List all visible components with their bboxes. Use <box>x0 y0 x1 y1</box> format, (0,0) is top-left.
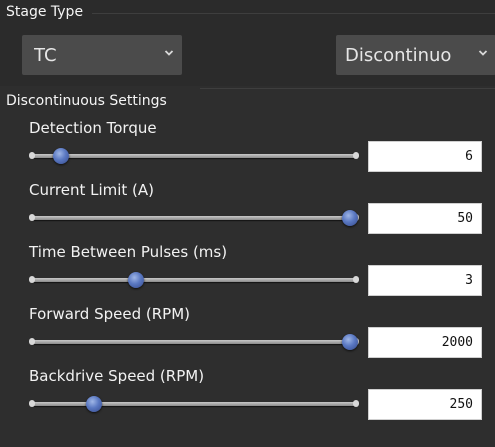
slider-endcap <box>353 400 359 407</box>
setting-label: Detection Torque <box>29 119 157 137</box>
setting-slider[interactable] <box>29 270 359 290</box>
slider-endcap <box>29 214 35 221</box>
setting-value-input[interactable]: 50 <box>368 203 482 234</box>
slider-endcap <box>29 400 35 407</box>
setting-label: Backdrive Speed (RPM) <box>29 367 205 385</box>
stage-type-select-value: TC <box>34 44 57 66</box>
slider-track[interactable] <box>32 278 356 282</box>
setting-label: Forward Speed (RPM) <box>29 305 190 323</box>
slider-track[interactable] <box>32 216 356 220</box>
slider-track[interactable] <box>32 402 356 406</box>
setting-slider[interactable] <box>29 394 359 414</box>
slider-endcap <box>29 338 35 345</box>
setting-value-input[interactable]: 250 <box>368 389 482 420</box>
divider <box>92 13 495 14</box>
stage-mode-select-value: Discontinuo <box>345 44 452 66</box>
setting-label: Current Limit (A) <box>29 181 155 199</box>
setting-value-input[interactable]: 6 <box>368 141 482 172</box>
setting-label: Time Between Pulses (ms) <box>29 243 228 261</box>
discontinuous-settings-title: Discontinuous Settings <box>6 93 167 109</box>
divider <box>200 88 495 89</box>
slider-endcap <box>353 276 359 283</box>
slider-endcap <box>29 152 35 159</box>
chevron-down-icon <box>478 50 488 56</box>
setting-slider[interactable] <box>29 208 359 228</box>
setting-slider[interactable] <box>29 332 359 352</box>
setting-value-input[interactable]: 2000 <box>368 327 482 358</box>
slider-endcap <box>29 276 35 283</box>
slider-thumb[interactable] <box>341 210 358 226</box>
stage-type-panel: Stage Type TC Discontinuo <box>0 0 495 87</box>
chevron-down-icon <box>164 50 174 56</box>
slider-track[interactable] <box>32 154 356 158</box>
slider-thumb[interactable] <box>127 272 144 288</box>
slider-track[interactable] <box>32 340 356 344</box>
slider-thumb[interactable] <box>341 334 358 350</box>
setting-value-input[interactable]: 3 <box>368 265 482 296</box>
slider-thumb[interactable] <box>85 396 102 412</box>
stage-mode-select[interactable]: Discontinuo <box>336 35 495 75</box>
stage-type-select[interactable]: TC <box>22 35 182 75</box>
slider-endcap <box>353 152 359 159</box>
discontinuous-settings-panel: Discontinuous Settings Detection Torque 6… <box>0 86 495 447</box>
stage-type-title: Stage Type <box>6 4 84 20</box>
setting-slider[interactable] <box>29 146 359 166</box>
slider-thumb[interactable] <box>53 148 70 164</box>
